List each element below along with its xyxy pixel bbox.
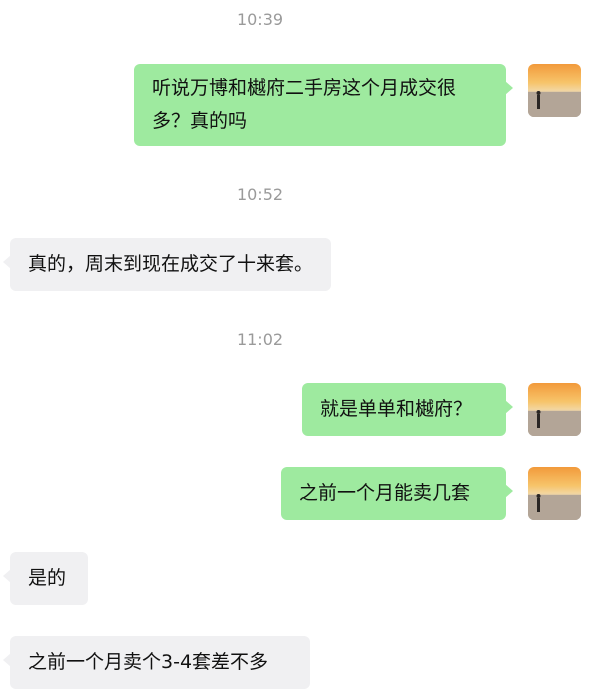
timestamp: 11:02 — [236, 330, 284, 349]
message-bubble-sent[interactable]: 听说万博和樾府二手房这个月成交很多？真的吗 — [134, 64, 513, 146]
user-avatar[interactable] — [528, 383, 581, 436]
message-bubble-received[interactable]: 是的 — [3, 552, 88, 605]
message-bubble-sent[interactable]: 就是单单和樾府？ — [302, 383, 513, 436]
user-avatar[interactable] — [528, 64, 581, 117]
timestamp: 10:39 — [236, 10, 284, 29]
user-avatar[interactable] — [528, 467, 581, 520]
sunset-beach-person-avatar-icon — [528, 467, 581, 520]
timestamp: 10:52 — [236, 185, 284, 204]
sunset-beach-person-avatar-icon — [528, 383, 581, 436]
message-bubble-received[interactable]: 真的，周末到现在成交了十来套。 — [2, 238, 332, 291]
message-bubble-received[interactable]: 之前一个月卖个3-4套差不多 — [3, 636, 310, 689]
message-bubble-sent[interactable]: 之前一个月能卖几套 — [281, 467, 513, 520]
sunset-beach-person-avatar-icon — [528, 64, 581, 117]
